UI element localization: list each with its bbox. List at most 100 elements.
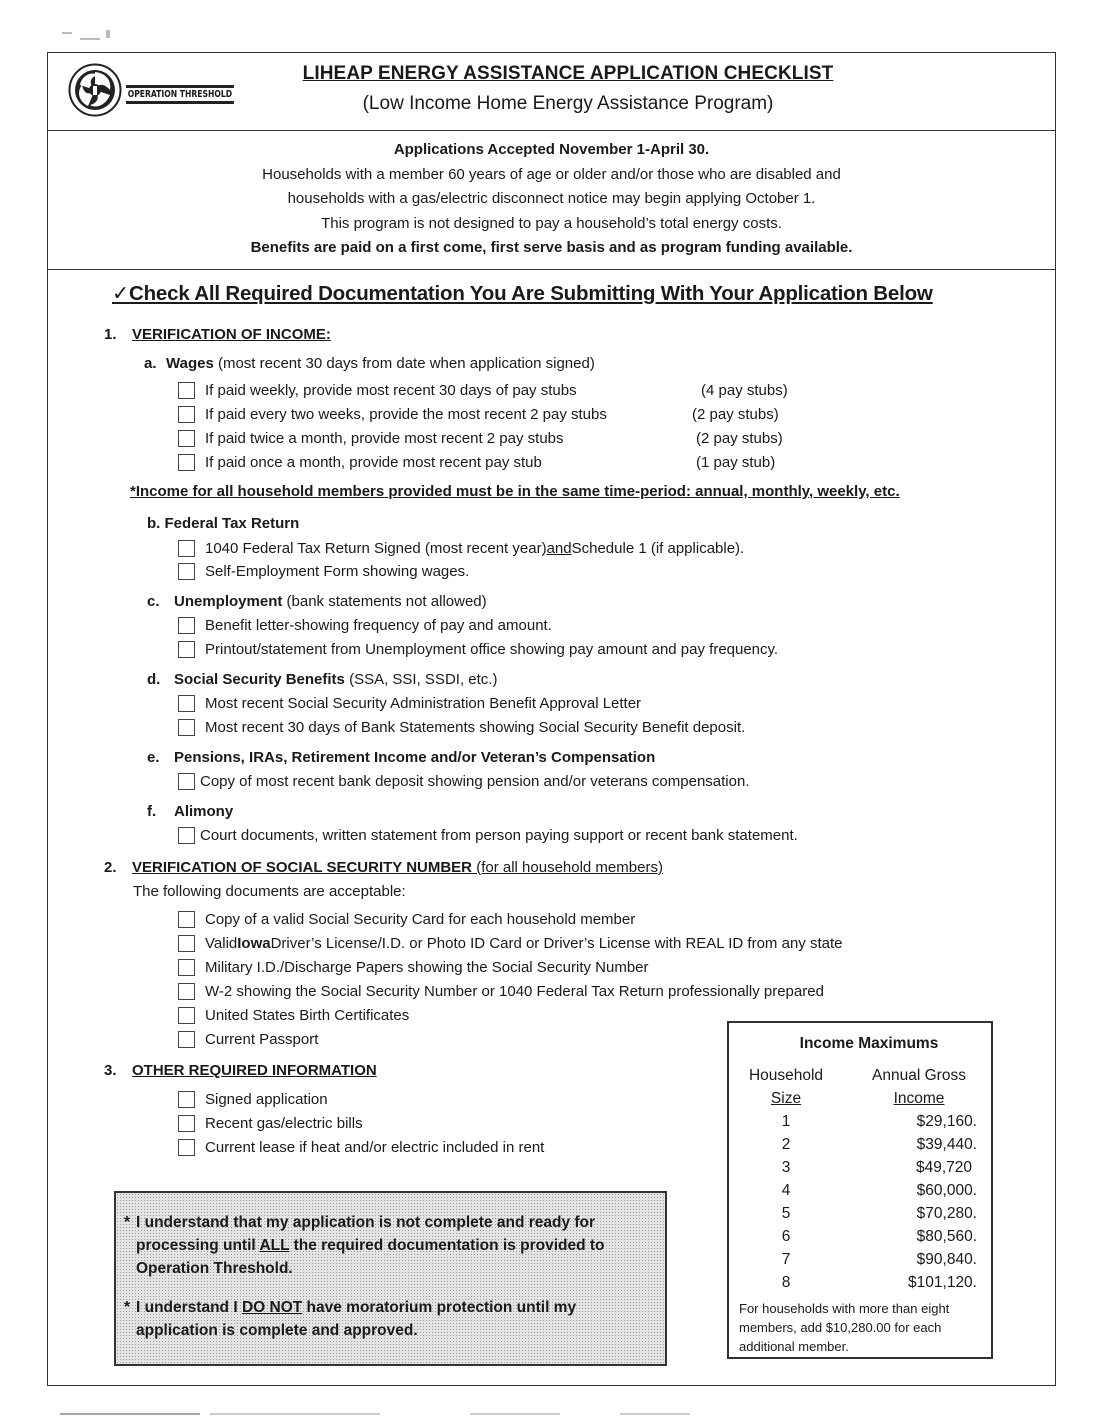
column-header-size: Size [770, 1090, 802, 1107]
header: OPERATION THRESHOLD LIHEAP ENERGY ASSIST… [48, 53, 1055, 131]
document-frame: OPERATION THRESHOLD LIHEAP ENERGY ASSIST… [47, 52, 1056, 1386]
income-maximums-footnote: For households with more than eight memb… [739, 1301, 950, 1354]
income-limit: $49,720 [915, 1159, 972, 1176]
subsection-social-security: d. Social Security Benefits (SSA, SSI, SS… [147, 671, 498, 688]
section-ssn-heading: 2. VERIFICATION OF SOCIAL SECURITY NUMBER… [104, 859, 663, 876]
checkbox[interactable] [178, 695, 195, 712]
checkbox[interactable] [178, 719, 195, 736]
checkbox[interactable] [178, 935, 195, 952]
checklist-item-alimony-docs: Court documents, written statement from … [178, 827, 798, 844]
income-limit: $60,000. [916, 1182, 977, 1199]
checklist-item-self-employment: Self-Employment Form showing wages. [178, 563, 469, 580]
pay-stub-count: (2 pay stubs) [696, 430, 783, 447]
operation-threshold-logo: OPERATION THRESHOLD [68, 63, 258, 123]
household-size: 4 [781, 1182, 791, 1199]
income-limit: $101,120. [908, 1274, 977, 1291]
checkbox[interactable] [178, 1091, 195, 1108]
scan-artifact [620, 1413, 690, 1415]
income-maximums-title: Income Maximums [799, 1035, 939, 1052]
income-time-period-note: *Income for all household members provid… [130, 483, 900, 500]
checklist-item-benefit-letter: Benefit letter-showing frequency of pay … [178, 617, 552, 634]
checkbox[interactable] [178, 1007, 195, 1024]
checklist-item-1040: 1040 Federal Tax Return Signed (most rec… [178, 540, 744, 557]
column-header-income: Income [893, 1090, 945, 1107]
page-title: LIHEAP ENERGY ASSISTANCE APPLICATION CHE… [302, 63, 834, 84]
ssn-intro: The following documents are acceptable: [133, 883, 406, 900]
household-size: 2 [781, 1136, 791, 1153]
checkbox[interactable] [178, 563, 195, 580]
column-header-household: Household [748, 1067, 824, 1084]
checklist-item-lease: Current lease if heat and/or electric in… [178, 1139, 544, 1156]
pay-stub-count: (2 pay stubs) [692, 406, 779, 423]
checklist-item-military-id: Military I.D./Discharge Papers showing t… [178, 959, 649, 976]
household-size: 7 [781, 1251, 791, 1268]
notice-line: Households with a member 60 years of age… [262, 165, 841, 183]
checkbox[interactable] [178, 406, 195, 423]
scan-artifact [62, 30, 132, 44]
checkbox[interactable] [178, 827, 195, 844]
checkbox[interactable] [178, 382, 195, 399]
section-income-heading: 1. VERIFICATION OF INCOME: [104, 326, 331, 343]
income-limit: $29,160. [916, 1113, 977, 1130]
checklist-item-ss-card: Copy of a valid Social Security Card for… [178, 911, 635, 928]
notice-benefits: Benefits are paid on a first come, first… [250, 239, 853, 256]
income-limit: $39,440. [916, 1136, 977, 1153]
checklist-item-wages-weekly: If paid weekly, provide most recent 30 d… [178, 382, 577, 399]
subsection-tax-return: b. Federal Tax Return [147, 515, 300, 532]
checkbox[interactable] [178, 1139, 195, 1156]
income-limit: $80,560. [916, 1228, 977, 1245]
checkbox[interactable] [178, 540, 195, 557]
checklist-heading: ✓Check All Required Documentation You Ar… [112, 281, 933, 306]
acknowledgement-moratorium: * I understand I DO NOT have moratorium p… [124, 1299, 577, 1339]
notice-line: households with a gas/electric disconnec… [287, 190, 816, 207]
pay-stub-count: (1 pay stub) [696, 454, 776, 471]
checkbox[interactable] [178, 1115, 195, 1132]
checkbox[interactable] [178, 1031, 195, 1048]
checkbox[interactable] [178, 617, 195, 634]
checklist-item-utility-bills: Recent gas/electric bills [178, 1115, 363, 1132]
checklist-item-pension-deposit: Copy of most recent bank deposit showing… [178, 773, 750, 790]
checkbox[interactable] [178, 983, 195, 1000]
checkbox[interactable] [178, 430, 195, 447]
checklist-item-w2: W-2 showing the Social Security Number o… [178, 983, 824, 1000]
acknowledgement-complete-docs: * I understand that my application is not… [124, 1214, 605, 1277]
acknowledgement-box: * I understand that my application is not… [114, 1191, 667, 1366]
checkbox[interactable] [178, 959, 195, 976]
checklist-item-drivers-license: Valid Iowa Driver’s License/I.D. or Phot… [178, 935, 842, 952]
subsection-pensions: e. Pensions, IRAs, Retirement Income and/… [147, 749, 656, 766]
household-size: 6 [781, 1228, 791, 1245]
column-header-annual-gross: Annual Gross [872, 1067, 966, 1084]
checklist-item-ssa-bank-statements: Most recent 30 days of Bank Statements s… [178, 719, 745, 736]
checkbox[interactable] [178, 454, 195, 471]
checkbox[interactable] [178, 641, 195, 658]
household-size: 5 [781, 1205, 791, 1222]
subsection-wages: a. Wages (most recent 30 days from date w… [144, 355, 595, 372]
notice-line: This program is not designed to pay a ho… [321, 214, 782, 232]
program-notice: Applications Accepted November 1-April 3… [48, 130, 1055, 270]
checkbox[interactable] [178, 773, 195, 790]
household-size: 8 [781, 1274, 791, 1291]
household-size: 1 [781, 1113, 791, 1130]
checklist-item-birth-certificate: United States Birth Certificates [178, 1007, 409, 1024]
checklist-item-unemployment-printout: Printout/statement from Unemployment off… [178, 641, 778, 658]
notice-dates: Applications Accepted November 1-April 3… [393, 141, 710, 158]
page-subtitle: (Low Income Home Energy Assistance Progr… [362, 93, 774, 114]
scan-artifact [60, 1413, 200, 1415]
logo-text: OPERATION THRESHOLD [126, 85, 234, 104]
subsection-alimony: f. Alimony [147, 803, 234, 820]
income-limit: $90,840. [916, 1251, 977, 1268]
swirl-logo-icon [68, 63, 122, 117]
checklist-item-signed-application: Signed application [178, 1091, 328, 1108]
household-size: 3 [781, 1159, 791, 1176]
scan-artifact [470, 1413, 560, 1415]
checkbox[interactable] [178, 911, 195, 928]
checklist-item-wages-semimonthly: If paid twice a month, provide most rece… [178, 430, 564, 447]
income-maximums-table: Income Maximums Household Size Annual Gr… [727, 1021, 993, 1359]
checklist-item-passport: Current Passport [178, 1031, 318, 1048]
pay-stub-count: (4 pay stubs) [701, 382, 788, 399]
checklist-item-wages-monthly: If paid once a month, provide most recen… [178, 454, 542, 471]
scan-artifact [210, 1413, 380, 1415]
checklist-item-ssa-letter: Most recent Social Security Administrati… [178, 695, 641, 712]
section-other-heading: 3. OTHER REQUIRED INFORMATION [104, 1062, 377, 1079]
subsection-unemployment: c. Unemployment (bank statements not allo… [147, 593, 487, 610]
